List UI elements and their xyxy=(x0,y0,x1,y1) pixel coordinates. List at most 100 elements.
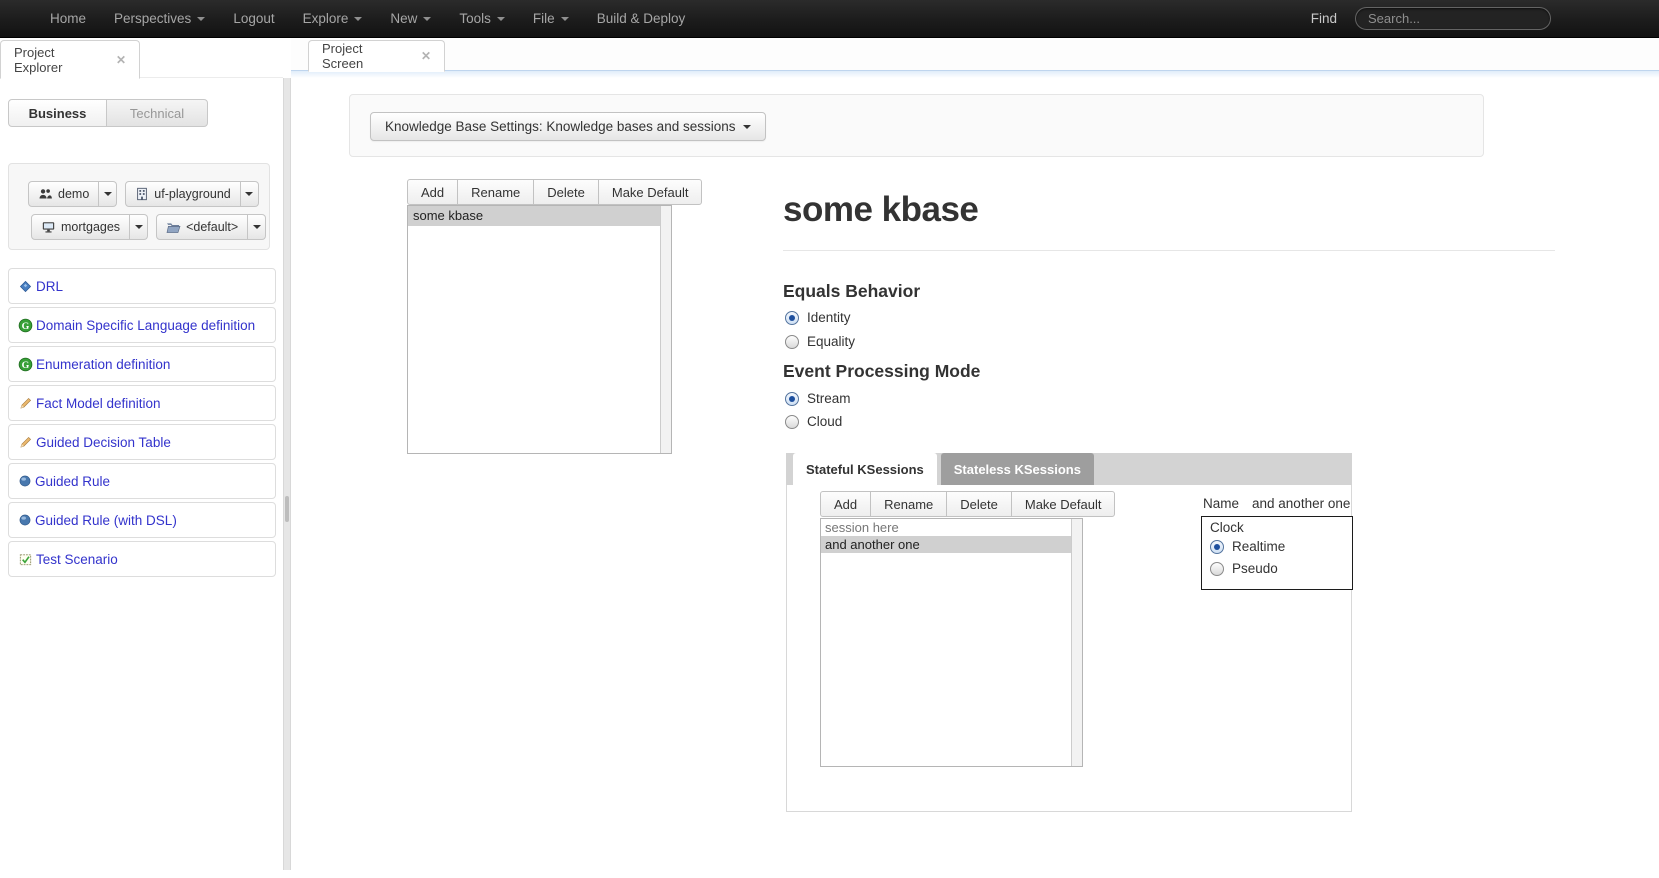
list-item-dsl-definition[interactable]: G Domain Specific Language definition xyxy=(8,307,276,343)
close-icon[interactable]: ✕ xyxy=(116,53,126,67)
ksession-list-row[interactable]: and another one xyxy=(821,536,1072,553)
list-item-test-scenario[interactable]: Test Scenario xyxy=(8,541,276,577)
project-dropdown: mortgages xyxy=(31,214,148,240)
list-item-dsl-definition-link: Domain Specific Language definition xyxy=(36,318,255,333)
close-icon[interactable]: ✕ xyxy=(421,49,431,63)
equals-behavior-heading: Equals Behavior xyxy=(783,281,920,302)
kbase-settings-dropdown-button[interactable]: Knowledge Base Settings: Knowledge bases… xyxy=(370,112,766,141)
list-item-fact-model-definition[interactable]: Fact Model definition xyxy=(8,385,276,421)
top-navbar: Home Perspectives Logout Explore New Too… xyxy=(0,0,1659,38)
svg-text:G: G xyxy=(22,359,30,370)
scrollbar-track[interactable] xyxy=(660,206,671,453)
radio-cloud-label: Cloud xyxy=(807,414,842,429)
nav-file[interactable]: File xyxy=(519,0,583,38)
project-caret-button[interactable] xyxy=(130,214,148,240)
list-item-fact-model-definition-link: Fact Model definition xyxy=(36,396,161,411)
list-item-test-scenario-link: Test Scenario xyxy=(36,552,118,567)
find-link[interactable]: Find xyxy=(1311,11,1337,26)
radio-button-icon xyxy=(785,335,799,349)
ksessions-tab-strip: Stateful KSessions Stateless KSessions xyxy=(786,453,1352,485)
kbase-rename-button[interactable]: Rename xyxy=(457,179,534,205)
radio-realtime-label: Realtime xyxy=(1232,539,1285,554)
ksession-add-button[interactable]: Add xyxy=(820,491,871,517)
ksession-list-row[interactable]: session here xyxy=(821,519,1072,536)
clock-group: Clock Realtime Pseudo xyxy=(1201,516,1353,590)
divider xyxy=(783,250,1555,251)
kbase-listbox: some kbase xyxy=(407,205,672,454)
technical-view-button[interactable]: Technical xyxy=(106,99,208,127)
pencil-icon xyxy=(18,396,33,411)
explorer-view-toggle: Business Technical xyxy=(8,99,208,127)
radio-cloud[interactable]: Cloud xyxy=(785,414,842,429)
tab-project-screen-label: Project Screen xyxy=(322,41,407,71)
kbase-settings-dropdown-label: Knowledge Base Settings: Knowledge bases… xyxy=(385,119,735,134)
navbar-right: Find xyxy=(1311,7,1659,30)
navbar-menu: Home Perspectives Logout Explore New Too… xyxy=(0,0,699,38)
nav-explore[interactable]: Explore xyxy=(289,0,377,38)
panel-splitter[interactable] xyxy=(283,78,291,870)
radio-stream[interactable]: Stream xyxy=(785,391,851,406)
event-processing-heading: Event Processing Mode xyxy=(783,361,980,382)
radio-identity[interactable]: Identity xyxy=(785,310,851,325)
kbase-add-button[interactable]: Add xyxy=(407,179,458,205)
organization-button[interactable]: demo xyxy=(28,181,99,207)
tab-stateless-ksessions[interactable]: Stateless KSessions xyxy=(941,453,1094,485)
ksession-rename-button[interactable]: Rename xyxy=(870,491,947,517)
tab-stateful-ksessions[interactable]: Stateful KSessions xyxy=(793,453,937,485)
kbase-make-default-button[interactable]: Make Default xyxy=(598,179,703,205)
tab-project-explorer[interactable]: Project Explorer ✕ xyxy=(0,40,140,79)
pencil-icon xyxy=(18,435,33,450)
asset-list: DRL G Domain Specific Language definitio… xyxy=(8,268,276,580)
list-item-guided-rule-dsl[interactable]: Guided Rule (with DSL) xyxy=(8,502,276,538)
nav-file-label: File xyxy=(533,11,555,26)
list-item-enumeration-definition[interactable]: G Enumeration definition xyxy=(8,346,276,382)
radio-equality-label: Equality xyxy=(807,334,855,349)
repo-row-2: mortgages <default> xyxy=(31,214,266,240)
radio-button-icon xyxy=(785,392,799,406)
package-caret-button[interactable] xyxy=(248,214,266,240)
business-view-button[interactable]: Business xyxy=(8,99,107,127)
ksession-make-default-button[interactable]: Make Default xyxy=(1011,491,1116,517)
project-button[interactable]: mortgages xyxy=(31,214,130,240)
list-item-guided-decision-table[interactable]: Guided Decision Table xyxy=(8,424,276,460)
ksession-name-label: Name xyxy=(1203,496,1239,511)
users-icon xyxy=(38,187,53,201)
organization-caret-button[interactable] xyxy=(99,181,117,207)
nav-new[interactable]: New xyxy=(376,0,445,38)
svg-text:G: G xyxy=(22,320,30,331)
repository-button[interactable]: uf-playground xyxy=(125,181,240,207)
search-input[interactable] xyxy=(1355,7,1551,30)
kbase-toolbar: Add Rename Delete Make Default xyxy=(407,179,702,205)
settings-well: Knowledge Base Settings: Knowledge bases… xyxy=(349,94,1484,157)
list-item-drl-link: DRL xyxy=(36,279,63,294)
nav-home[interactable]: Home xyxy=(36,0,100,38)
nav-logout-label: Logout xyxy=(233,11,274,26)
nav-perspectives[interactable]: Perspectives xyxy=(100,0,219,38)
radio-pseudo[interactable]: Pseudo xyxy=(1210,561,1344,576)
ksession-delete-button[interactable]: Delete xyxy=(946,491,1012,517)
nav-logout[interactable]: Logout xyxy=(219,0,288,38)
package-button[interactable]: <default> xyxy=(156,214,248,240)
radio-pseudo-label: Pseudo xyxy=(1232,561,1278,576)
organization-label: demo xyxy=(58,187,89,201)
monitor-icon xyxy=(41,220,56,234)
nav-tools[interactable]: Tools xyxy=(445,0,519,38)
kbase-list-row[interactable]: some kbase xyxy=(408,206,661,226)
list-item-drl[interactable]: DRL xyxy=(8,268,276,304)
clock-heading: Clock xyxy=(1210,520,1344,535)
main-tab-bar: Project Screen ✕ xyxy=(291,38,1659,71)
tab-project-screen[interactable]: Project Screen ✕ xyxy=(308,40,445,72)
scrollbar-track[interactable] xyxy=(1071,519,1082,766)
kbase-delete-button[interactable]: Delete xyxy=(533,179,599,205)
sphere-icon xyxy=(18,474,32,488)
radio-realtime[interactable]: Realtime xyxy=(1210,539,1344,554)
radio-equality[interactable]: Equality xyxy=(785,334,855,349)
radio-identity-label: Identity xyxy=(807,310,851,325)
list-item-guided-rule[interactable]: Guided Rule xyxy=(8,463,276,499)
caret-down-icon xyxy=(423,17,431,21)
repository-caret-button[interactable] xyxy=(241,181,259,207)
caret-down-icon xyxy=(561,17,569,21)
nav-new-label: New xyxy=(390,11,417,26)
ksessions-panel: Stateful KSessions Stateless KSessions A… xyxy=(786,453,1352,812)
nav-build-deploy[interactable]: Build & Deploy xyxy=(583,0,700,38)
